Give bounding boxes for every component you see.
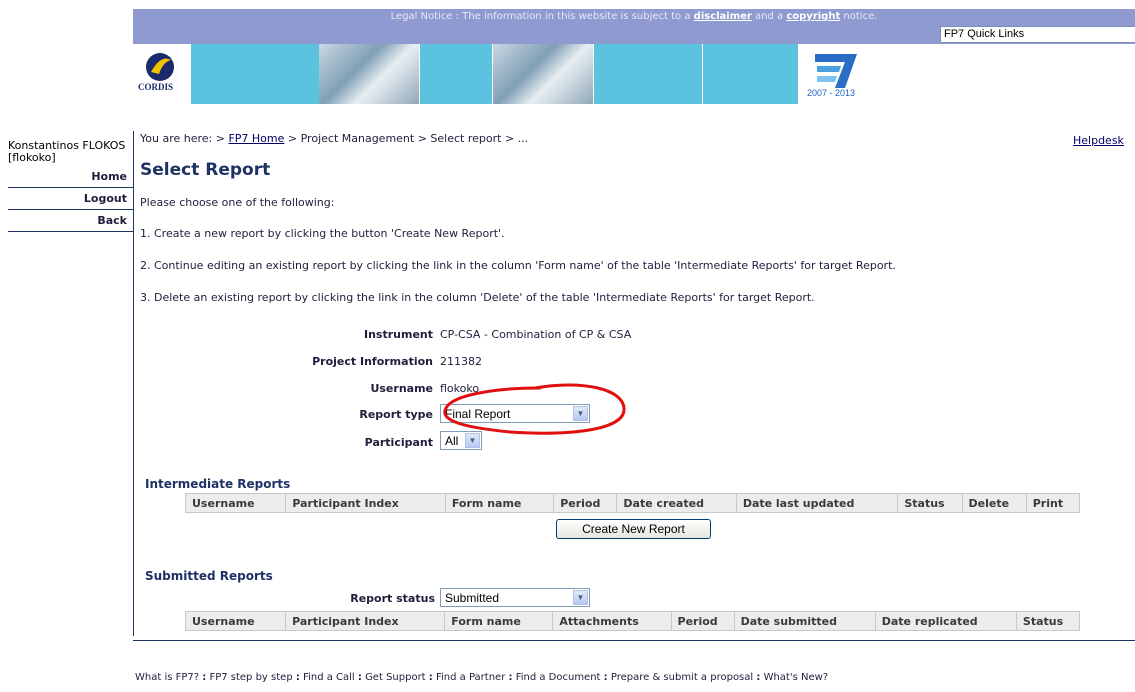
column-header[interactable]: Date last updated <box>735 493 899 513</box>
legal-suffix: notice. <box>840 11 878 22</box>
create-new-report-button[interactable]: Create New Report <box>556 519 711 539</box>
instruction-step-1: 1. Create a new report by clicking the b… <box>140 227 505 240</box>
project-information-label: Project Information <box>312 355 433 368</box>
username-value: flokoko <box>440 382 480 395</box>
footer-link[interactable]: FP7 step by step <box>209 672 292 683</box>
column-header[interactable]: Username <box>184 611 287 631</box>
footer-link[interactable]: Find a Call <box>303 672 355 683</box>
participant-label: Participant <box>364 436 433 449</box>
project-information-value: 211382 <box>440 355 482 368</box>
copyright-link[interactable]: copyright <box>786 11 840 22</box>
footer-link[interactable]: What is FP7? <box>135 672 199 683</box>
footer-link[interactable]: Find a Partner <box>436 672 505 683</box>
chevron-down-icon[interactable]: ▼ <box>573 406 588 421</box>
column-header[interactable]: Participant Index <box>285 493 446 513</box>
chevron-down-icon[interactable]: ▼ <box>573 590 588 605</box>
legal-prefix: Legal Notice : The information in this w… <box>390 11 694 22</box>
report-status-select[interactable]: Submitted ▼ <box>440 588 590 607</box>
banner: CORDIS 2007 - 2013 <box>133 44 1135 104</box>
sidebar-item-back[interactable]: Back <box>8 210 133 232</box>
table-header-row: Username Participant Index Form name Att… <box>184 611 1081 631</box>
banner-tile <box>191 44 319 104</box>
fp7-quick-links-select[interactable]: FP7 Quick Links <box>940 26 1135 43</box>
column-header[interactable]: Date submitted <box>733 611 876 631</box>
instruction-step-3: 3. Delete an existing report by clicking… <box>140 291 815 304</box>
submitted-reports-title: Submitted Reports <box>145 569 273 583</box>
legal-notice-bar: Legal Notice : The information in this w… <box>133 9 1135 24</box>
disclaimer-link[interactable]: disclaimer <box>694 11 752 22</box>
column-header[interactable]: Date replicated <box>874 611 1017 631</box>
banner-tile <box>594 44 702 104</box>
footer-link[interactable]: Find a Document <box>516 672 601 683</box>
page-title: Select Report <box>140 160 271 180</box>
chevron-down-icon[interactable]: ▼ <box>465 433 480 448</box>
participant-selected: All <box>445 434 459 448</box>
column-header[interactable]: Period <box>670 611 735 631</box>
column-header[interactable]: Period <box>553 493 618 513</box>
intro-text: Please choose one of the following: <box>140 196 335 209</box>
helpdesk-link[interactable]: Helpdesk <box>1073 134 1124 147</box>
instruction-step-2: 2. Continue editing an existing report b… <box>140 259 896 272</box>
column-header[interactable]: Print <box>1025 493 1081 513</box>
report-type-select[interactable]: Final Report ▼ <box>440 404 590 423</box>
sidebar-nav: Home Logout Back <box>8 166 133 232</box>
banner-tile <box>703 44 798 104</box>
column-header[interactable]: Form name <box>444 493 555 513</box>
content-left-rule <box>133 131 134 636</box>
footer-link[interactable]: What's New? <box>764 672 829 683</box>
participant-select[interactable]: All ▼ <box>440 431 482 450</box>
legal-middle: and a <box>751 11 787 22</box>
instrument-value: CP-CSA - Combination of CP & CSA <box>440 328 632 341</box>
column-header[interactable]: Delete <box>961 493 1027 513</box>
content-bottom-rule <box>133 640 1135 641</box>
column-header[interactable]: Form name <box>444 611 554 631</box>
breadcrumb: You are here: > FP7 Home > Project Manag… <box>140 132 528 145</box>
logged-in-user: Konstantinos FLOKOS [flokoko] <box>8 139 126 164</box>
report-status-selected: Submitted <box>445 591 500 605</box>
username-label: Username <box>370 382 433 395</box>
fp7-years: 2007 - 2013 <box>807 88 856 98</box>
sidebar-item-home[interactable]: Home <box>8 166 133 188</box>
instrument-label: Instrument <box>364 328 433 341</box>
report-type-label: Report type <box>359 408 433 421</box>
banner-photo <box>493 44 593 104</box>
column-header[interactable]: Participant Index <box>285 611 446 631</box>
intermediate-reports-table: Username Participant Index Form name Per… <box>184 493 1081 513</box>
breadcrumb-prefix: You are here: > <box>140 132 229 145</box>
footer-link[interactable]: Get Support <box>365 672 426 683</box>
column-header[interactable]: Status <box>1015 611 1081 631</box>
column-header[interactable]: Attachments <box>552 611 672 631</box>
banner-photo <box>319 44 419 104</box>
submitted-reports-table: Username Participant Index Form name Att… <box>184 611 1081 631</box>
breadcrumb-home-link[interactable]: FP7 Home <box>228 132 284 145</box>
footer-link[interactable]: Prepare & submit a proposal <box>611 672 753 683</box>
report-type-selected: Final Report <box>445 407 511 421</box>
sidebar-item-logout[interactable]: Logout <box>8 188 133 210</box>
intermediate-reports-title: Intermediate Reports <box>145 477 291 491</box>
column-header[interactable]: Date created <box>616 493 737 513</box>
banner-tile <box>420 44 492 104</box>
breadcrumb-rest: > Project Management > Select report > .… <box>284 132 529 145</box>
footer-nav: What is FP7? : FP7 step by step : Find a… <box>135 672 829 683</box>
column-header[interactable]: Status <box>897 493 963 513</box>
cordis-wordmark: CORDIS <box>138 82 174 92</box>
report-status-label: Report status <box>350 592 435 605</box>
column-header[interactable]: Username <box>184 493 287 513</box>
table-header-row: Username Participant Index Form name Per… <box>184 493 1081 513</box>
